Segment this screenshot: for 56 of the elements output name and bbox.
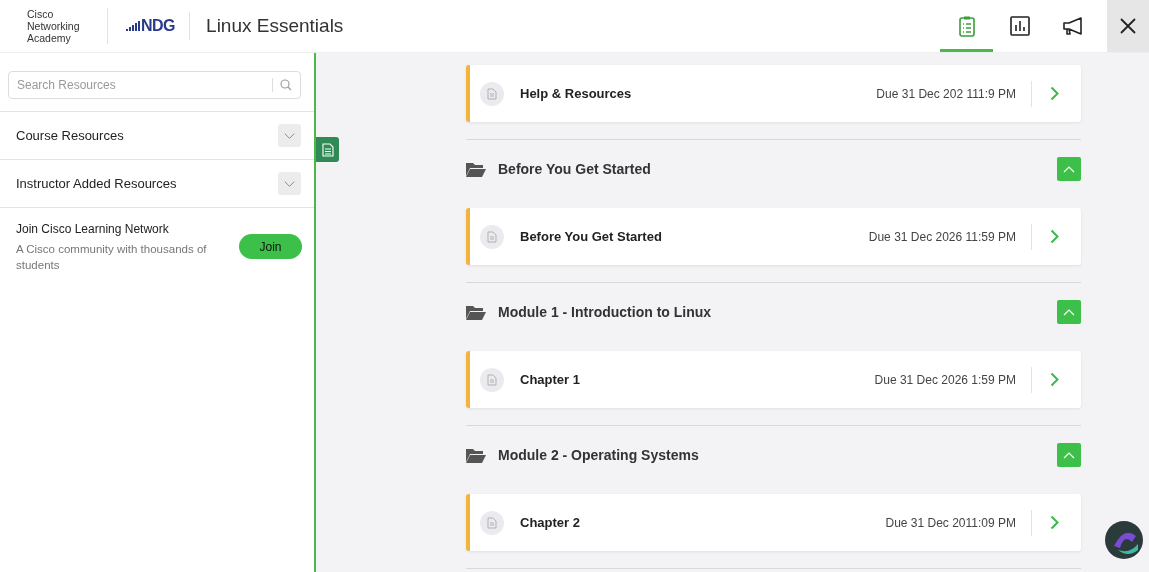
document-icon xyxy=(480,367,504,392)
megaphone-icon xyxy=(1061,14,1084,37)
section-title: Before You Get Started xyxy=(498,161,652,177)
document-icon xyxy=(480,510,504,535)
document-icon xyxy=(480,224,504,249)
folder-icon xyxy=(466,304,486,320)
item-card[interactable]: Before You Get Started Due 31 Dec 2026 11:59 PM xyxy=(466,208,1081,265)
close-icon xyxy=(1119,17,1137,35)
chevron-up-icon xyxy=(1063,451,1075,459)
item-title: Before You Get Started xyxy=(520,229,663,244)
collapse-toggle[interactable] xyxy=(1057,443,1081,467)
chevron-down-icon xyxy=(284,179,295,188)
item-card[interactable]: Chapter 1 Due 31 Dec 2026 1:59 PM xyxy=(466,351,1081,408)
item-title: Chapter 1 xyxy=(520,372,581,387)
bar-chart-icon xyxy=(1008,14,1031,37)
close-button[interactable] xyxy=(1107,0,1149,52)
chevron-down-icon xyxy=(284,131,295,140)
expand-toggle[interactable] xyxy=(278,172,301,195)
chevron-right-icon[interactable] xyxy=(1050,229,1059,244)
course-title: Linux Essentials xyxy=(206,15,344,36)
partner-logo: NDG xyxy=(141,17,176,35)
document-icon xyxy=(321,142,334,157)
chevron-right-icon[interactable] xyxy=(1050,372,1059,387)
search-field[interactable]: Search Resources xyxy=(8,71,301,99)
chevron-up-icon xyxy=(1063,308,1075,316)
search-icon xyxy=(280,79,292,91)
folder-icon xyxy=(466,161,486,177)
resources-tab[interactable] xyxy=(316,137,339,162)
accordion-label[interactable]: Instructor Added Resources xyxy=(16,176,177,191)
folder-icon xyxy=(466,447,486,463)
due-date: Due 31 Dec 2026 1:59 PM xyxy=(874,372,1016,387)
collapse-toggle[interactable] xyxy=(1057,300,1081,324)
due-date: Due 31 Dec 202 111:9 PM xyxy=(876,86,1016,101)
item-card[interactable]: Help & Resources Due 31 Dec 202 111:9 PM xyxy=(466,65,1081,122)
item-card[interactable]: Chapter 2 Due 31 Dec 2011:09 PM xyxy=(466,494,1081,551)
brand-text: Academy xyxy=(27,32,72,44)
section-title: Module 2 - Operating Systems xyxy=(498,447,700,463)
section-title: Module 1 - Introduction to Linux xyxy=(498,304,713,320)
collapse-toggle[interactable] xyxy=(1057,157,1081,181)
join-title: Join Cisco Learning Network xyxy=(16,222,170,236)
expand-toggle[interactable] xyxy=(278,124,301,147)
item-title: Chapter 2 xyxy=(520,515,581,530)
brand-text: Networking xyxy=(27,20,81,32)
join-description: A Cisco community with thousands of students xyxy=(16,242,208,273)
accordion-label[interactable]: Course Resources xyxy=(16,128,124,143)
item-title: Help & Resources xyxy=(520,86,633,101)
brand-text: Cisco xyxy=(27,8,55,20)
chevron-right-icon[interactable] xyxy=(1050,86,1059,101)
due-date: Due 31 Dec 2011:09 PM xyxy=(885,515,1016,530)
signal-bars-icon xyxy=(126,21,140,31)
assistant-icon[interactable] xyxy=(1104,520,1144,560)
due-date: Due 31 Dec 2026 11:59 PM xyxy=(868,229,1016,244)
chevron-up-icon xyxy=(1063,165,1075,173)
chevron-right-icon[interactable] xyxy=(1050,515,1059,530)
document-icon xyxy=(480,81,504,106)
join-button[interactable]: Join xyxy=(239,234,302,259)
